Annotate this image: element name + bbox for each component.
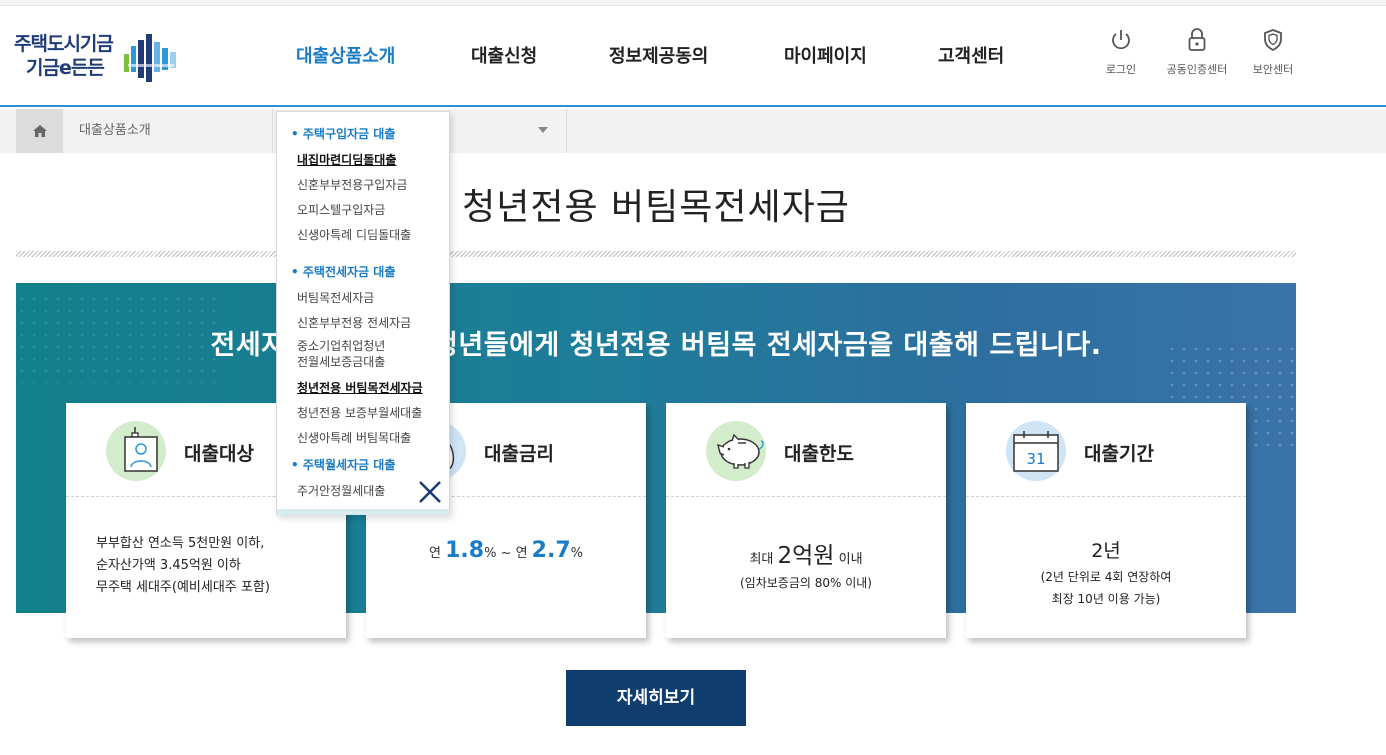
- nav-loan-apply[interactable]: 대출신청: [471, 42, 537, 68]
- period-note: 최장 10년 이용 가능): [1051, 592, 1161, 606]
- dropdown-category: • 주택월세자금 대출: [291, 458, 396, 472]
- card-title: 대출대상: [184, 443, 254, 465]
- dropdown-item[interactable]: 청년전용 버팀목전세자금: [297, 380, 423, 396]
- card-title: 대출금리: [484, 443, 554, 465]
- dropdown-category: • 주택전세자금 대출: [291, 265, 396, 279]
- login-button[interactable]: 로그인: [1086, 28, 1156, 77]
- card-icon-circle: [706, 421, 766, 481]
- title-divider: [16, 251, 1296, 257]
- nav-info-consent[interactable]: 정보제공동의: [609, 42, 708, 68]
- card-body: 2년 (2년 단위로 4회 연장하여 최장 10년 이용 가능): [966, 498, 1246, 638]
- chevron-down-icon: [538, 127, 548, 133]
- nav-loan-products[interactable]: 대출상품소개: [296, 42, 395, 68]
- certificate-center-button[interactable]: 공동인증센터: [1162, 28, 1232, 77]
- more-details-button[interactable]: 자세히보기: [566, 670, 746, 726]
- logo-bars-icon: [124, 34, 176, 82]
- card-text-line: 부부합산 연소득 5천만원 이하,: [96, 536, 265, 551]
- card-loan-period: 31 대출기간 2년 (2년 단위로 4회 연장하여 최장 10년 이용 가능): [966, 403, 1246, 638]
- shield-icon: [1264, 29, 1282, 52]
- dropdown-item[interactable]: 청년전용 보증부월세대출: [297, 405, 422, 421]
- rate-max: 2.7: [531, 538, 571, 563]
- power-icon: [1112, 30, 1130, 50]
- security-center-button[interactable]: 보안센터: [1238, 28, 1308, 77]
- card-loan-limit: 대출한도 최대 2억원 이내 (임차보증금의 80% 이내): [666, 403, 946, 638]
- site-logo[interactable]: 주택도시기금 기금e든든: [14, 32, 184, 84]
- limit-note: (임차보증금의 80% 이내): [740, 576, 872, 590]
- page-title: 청년전용 버팀목전세자금: [462, 187, 850, 228]
- card-header: 31 대출기간: [966, 403, 1246, 497]
- card-body: 최대 2억원 이내 (임차보증금의 80% 이내): [666, 498, 946, 638]
- site-header: 주택도시기금 기금e든든 대출상품소개 대출신청 정보제공동의 마이페이지 고객…: [0, 6, 1386, 107]
- banner-message: 전세자금이 부족한 청년들에게 청년전용 버팀목 전세자금을 대출해 드립니다.: [210, 330, 1102, 361]
- calendar-icon: 31: [1013, 431, 1059, 472]
- breadcrumb-level1[interactable]: 대출상품소개: [63, 109, 273, 153]
- person-badge-icon: [124, 427, 158, 472]
- card-header: 대출한도: [666, 403, 946, 497]
- limit-amount: 최대 2억원 이내: [749, 543, 863, 569]
- dropdown-item[interactable]: 중소기업취업청년 전월세보증금대출: [297, 338, 385, 370]
- breadcrumb-home[interactable]: [16, 109, 63, 153]
- dropdown-item[interactable]: 신생아특례 디딤돌대출: [297, 227, 411, 243]
- dropdown-item[interactable]: 오피스텔구입자금: [297, 202, 385, 218]
- card-text-line: 무주택 세대주(예비세대주 포함): [96, 580, 270, 595]
- card-text-line: 순자산가액 3.45억원 이하: [96, 558, 241, 573]
- calendar-day: 31: [1026, 450, 1045, 468]
- rate-range: 연 1.8% ~ 연 2.7%: [428, 538, 584, 563]
- product-dropdown-menu: • 주택구입자금 대출 내집마련디딤돌대출 신혼부부전용구입자금 오피스텔구입자…: [276, 111, 450, 515]
- piggy-bank-icon: [717, 433, 764, 469]
- card-title: 대출한도: [784, 443, 854, 465]
- card-icon-circle: 31: [1006, 421, 1066, 481]
- period-value: 2년: [1091, 540, 1121, 562]
- rate-min: 1.8: [445, 538, 485, 563]
- home-icon: [32, 125, 47, 137]
- card-body: 부부합산 연소득 5천만원 이하, 순자산가액 3.45억원 이하 무주택 세대…: [66, 498, 346, 638]
- card-icon-circle: [106, 421, 166, 481]
- breadcrumb: 대출상품소개: [0, 109, 1386, 153]
- lock-icon: [1188, 28, 1206, 51]
- card-body: 연 1.8% ~ 연 2.7%: [366, 498, 646, 638]
- card-title: 대출기간: [1084, 443, 1154, 465]
- dropdown-item[interactable]: 버팀목전세자금: [297, 290, 374, 306]
- nav-my-page[interactable]: 마이페이지: [784, 42, 867, 68]
- dropdown-item[interactable]: 신혼부부전용 전세자금: [297, 315, 411, 331]
- dropdown-item[interactable]: 신혼부부전용구입자금: [297, 177, 407, 193]
- dropdown-item[interactable]: 주거안정월세대출: [297, 483, 385, 499]
- close-icon[interactable]: [417, 479, 443, 505]
- dropdown-category: • 주택구입자금 대출: [291, 127, 396, 141]
- dropdown-item[interactable]: 내집마련디딤돌대출: [297, 152, 396, 168]
- period-note: (2년 단위로 4회 연장하여: [1040, 570, 1172, 584]
- logo-text: 주택도시기금 기금e든든: [14, 33, 114, 79]
- dropdown-item[interactable]: 신생아특례 버팀목대출: [297, 430, 411, 446]
- nav-customer-center[interactable]: 고객센터: [938, 42, 1004, 68]
